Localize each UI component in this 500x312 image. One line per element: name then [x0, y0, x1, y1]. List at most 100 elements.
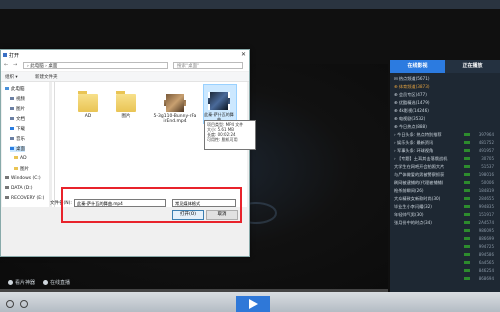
channel-item[interactable]: ⊕ 会员专区(477)	[394, 92, 427, 98]
nav-item-label: 音乐	[16, 137, 25, 142]
video-file-icon	[208, 92, 230, 110]
file-type-select[interactable]: 常见媒体格式	[172, 199, 236, 207]
back-icon[interactable]: ←	[4, 62, 8, 68]
tab-online-video[interactable]: 在线影视	[390, 60, 445, 73]
channel-item[interactable]: 年轻帅气男(30)	[394, 212, 424, 218]
desktop-folder-icon	[10, 147, 14, 150]
nav-item-label: 此电脑	[11, 87, 25, 92]
drive-icon	[5, 196, 9, 199]
document-folder-icon	[10, 117, 14, 120]
view-count: 994835	[478, 204, 494, 209]
movie-link[interactable]: 看片神器	[8, 279, 35, 286]
signal-bar-icon	[464, 253, 470, 256]
close-icon[interactable]: ✕	[241, 51, 246, 58]
channel-item[interactable]: › 【专题】土耳其击落俄战机	[394, 156, 447, 162]
live-link-label: 在线直播	[50, 280, 71, 286]
view-count: 481752	[478, 140, 494, 145]
channel-item[interactable]: ⊕ 优酷精选(1479)	[394, 100, 430, 106]
folder-icon	[14, 156, 18, 159]
organize-menu[interactable]: 组织 ▾	[5, 74, 18, 80]
music-folder-icon	[10, 137, 14, 140]
signal-bar-icon	[464, 269, 470, 272]
channel-item[interactable]: ⊕ 今日热点(888)	[394, 124, 427, 130]
nav-item[interactable]: 文档	[10, 116, 25, 122]
menu-icon[interactable]	[20, 300, 28, 308]
file-name: AD	[84, 114, 92, 119]
dialog-title-bar: 打开 ✕	[1, 50, 249, 60]
settings-icon[interactable]	[6, 300, 14, 308]
play-button[interactable]	[236, 296, 270, 312]
channel-item[interactable]: ⊟ 热点频道(5671)	[394, 76, 430, 82]
channel-item[interactable]: ⊕ 4k影视(14246)	[394, 108, 429, 114]
live-link[interactable]: 在线直播	[43, 279, 70, 286]
address-input[interactable]: › 此电脑 › 桌面	[23, 62, 168, 69]
navigation-pane: 此电脑 视频 图片 文档 下载 音乐 桌面 AD 图片 Windows (C:) DATA (D:)…	[2, 82, 55, 207]
nav-item[interactable]: 此电脑	[5, 86, 25, 92]
channel-item[interactable]: ⊕ 体育频道(3873)	[394, 84, 430, 90]
open-button[interactable]: 打开(O)	[172, 210, 204, 220]
view-count: 151917	[478, 212, 494, 217]
signal-bar-icon	[464, 221, 470, 224]
signal-bar-icon	[464, 189, 470, 192]
nav-item[interactable]: 视频	[10, 96, 25, 102]
tab-now-playing[interactable]: 正在播放	[445, 60, 500, 73]
channel-item[interactable]: › 娱乐头条: 最新资讯	[394, 140, 433, 146]
movie-icon	[8, 280, 13, 285]
movie-link-label: 看片神器	[15, 280, 36, 286]
signal-bar-icon	[464, 213, 470, 216]
file-item-ad[interactable]: AD	[73, 91, 103, 119]
new-folder-button[interactable]: 新建文件夹	[35, 74, 58, 80]
file-item-video-2[interactable]: 此秦-萨什瓦的舞曲	[203, 92, 235, 122]
channel-item[interactable]: 与尸体做爱的男被警察抓获	[394, 172, 444, 178]
tooltip-line: 可用性: 脱机可用	[207, 137, 238, 142]
nav-item-label: 桌面	[16, 147, 25, 152]
search-input[interactable]: 搜索"桌面"	[173, 62, 243, 69]
nav-item[interactable]: RECOVERY (E:)	[5, 196, 44, 201]
nav-item-label: 文档	[16, 117, 25, 122]
view-count: 51537	[481, 164, 494, 169]
view-count: 2A4574	[478, 220, 494, 225]
channel-item[interactable]: 大众精致女新款时尚(30)	[394, 196, 440, 202]
file-item-pictures[interactable]: 图片	[111, 91, 141, 119]
channel-item[interactable]: › 今日头条: 热点特别推荐	[394, 132, 442, 138]
cancel-button[interactable]: 取消	[206, 210, 238, 220]
nav-item-label: RECOVERY (E:)	[11, 196, 45, 201]
player-title-bar	[0, 0, 500, 9]
channel-item[interactable]: ⊕ 电视剧(3532)	[394, 116, 425, 122]
nav-item[interactable]: DATA (D:)	[5, 186, 33, 191]
channel-item[interactable]: 大学生在网吧开会拍照大片	[394, 164, 444, 170]
channel-item[interactable]: 刷网被逮捕的(代理被捕捕)	[394, 180, 443, 186]
nav-item[interactable]: Windows (C:)	[5, 176, 41, 181]
folder-icon	[14, 167, 18, 170]
nav-item[interactable]: 图片	[14, 166, 29, 172]
view-count: 886699	[478, 236, 494, 241]
nav-item[interactable]: 图片	[10, 106, 25, 112]
nav-item[interactable]: 音乐	[10, 136, 25, 142]
file-item-video-1[interactable]: 5-3g110-Bunny-rFairEnd.mp4	[153, 94, 197, 124]
view-count: 894586	[478, 252, 494, 257]
nav-scrollbar[interactable]	[49, 82, 52, 207]
channel-item[interactable]: › 军事头条: 环球视角	[394, 148, 433, 154]
signal-bar-icon	[464, 261, 470, 264]
nav-item[interactable]: 桌面	[10, 146, 25, 152]
view-count: 284655	[478, 196, 494, 201]
signal-bar-icon	[464, 245, 470, 248]
forward-icon[interactable]: →	[13, 62, 17, 68]
nav-item[interactable]: AD	[14, 156, 27, 161]
view-count: 6a4565	[478, 260, 494, 265]
file-tooltip: 项目类型: MP4 文件 大小: 5.61 MB 长度: 00:02:24 可用…	[204, 120, 256, 150]
channel-item[interactable]: 枪杀前瞬间(26)	[394, 188, 424, 194]
bottom-links: 看片神器 在线直播	[8, 279, 70, 286]
channel-item[interactable]: 张月份中的时点(34)	[394, 220, 432, 226]
filename-input[interactable]: 此秦-萨什瓦的舞曲.mp4	[74, 199, 166, 207]
computer-icon	[5, 87, 9, 90]
channel-item[interactable]: 毕业生小李闪耀(32)	[394, 204, 432, 210]
video-folder-icon	[10, 97, 14, 100]
signal-bar-icon	[464, 157, 470, 160]
nav-item[interactable]: 下载	[10, 126, 25, 132]
signal-bar-icon	[464, 173, 470, 176]
panel-tabs: 在线影视 正在播放	[390, 60, 500, 73]
download-folder-icon	[10, 127, 14, 130]
folder-icon	[78, 91, 98, 112]
drive-icon	[5, 176, 9, 179]
